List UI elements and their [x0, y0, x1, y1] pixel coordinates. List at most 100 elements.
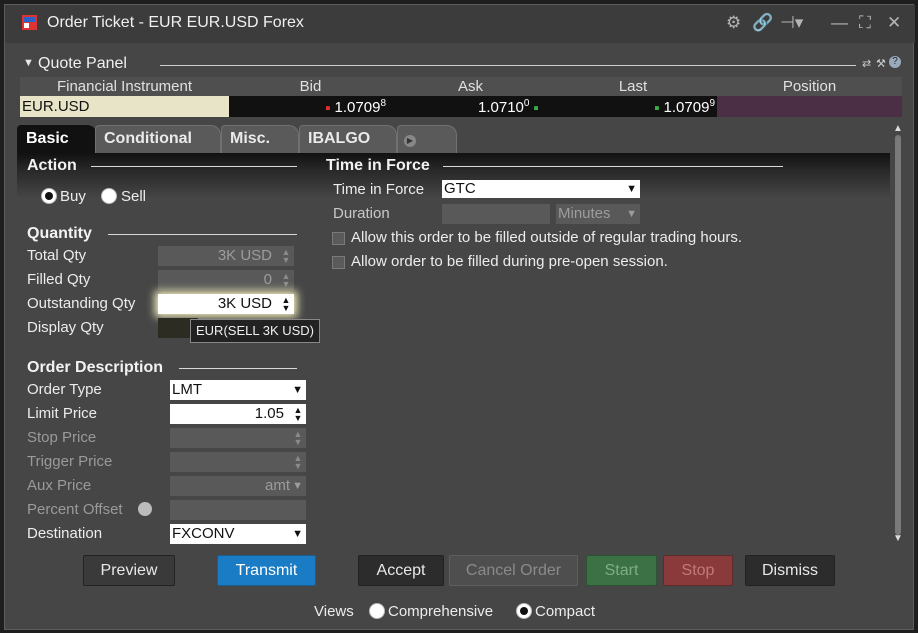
limit-price-value: 1.05 — [254, 405, 284, 422]
limit-price-input[interactable]: 1.05 ▲ ▼ — [170, 404, 306, 424]
buy-label[interactable]: Buy — [60, 188, 86, 205]
tab-misc[interactable]: Misc. — [221, 125, 299, 153]
pre-open-checkbox[interactable] — [332, 256, 345, 269]
outstanding-qty-value: 3K USD — [217, 295, 272, 312]
order-type-select[interactable]: LMT ▼ — [170, 380, 306, 400]
maximize-icon[interactable]: ⛶ — [859, 13, 871, 33]
scroll-down-icon[interactable]: ▼ — [892, 533, 904, 545]
accept-button[interactable]: Accept — [358, 555, 444, 586]
settings-icon[interactable]: ⚒ — [876, 57, 886, 70]
column-header[interactable]: Financial Instrument — [20, 77, 229, 96]
compact-radio[interactable] — [516, 603, 532, 619]
bid-cell[interactable]: ■ 1.07098 — [229, 96, 392, 117]
last-cell[interactable]: ■ 1.07099 — [549, 96, 717, 117]
column-header[interactable]: Position — [717, 77, 902, 96]
ask-value: 1.0710 — [478, 98, 524, 116]
action-section-title: Action — [27, 157, 77, 174]
order-type-label: Order Type — [27, 381, 102, 398]
compact-label[interactable]: Compact — [535, 603, 595, 620]
scroll-thumb[interactable] — [895, 135, 901, 535]
tif-section-title: Time in Force — [326, 157, 430, 174]
app-logo-icon — [22, 15, 37, 30]
filled-qty-value: 0 — [263, 271, 272, 288]
views-label: Views — [314, 603, 354, 620]
sell-radio[interactable] — [101, 188, 117, 204]
total-qty-value: 3K USD — [217, 247, 272, 264]
up-tick-icon: ■ — [654, 103, 660, 113]
instrument-cell[interactable]: EUR.USD — [20, 96, 229, 117]
total-qty-label: Total Qty — [27, 247, 87, 264]
trigger-price-field: ▲ ▼ — [170, 452, 306, 472]
preview-button[interactable]: Preview — [83, 555, 175, 586]
pin-icon[interactable]: ⊣▾ — [780, 13, 803, 33]
help-icon[interactable]: ? — [889, 56, 901, 68]
column-header[interactable]: Ask — [392, 77, 549, 96]
divider — [108, 234, 297, 235]
spinner-icon: ▲ ▼ — [281, 247, 291, 265]
position-cell[interactable] — [717, 96, 902, 117]
tif-select[interactable]: GTC ▼ — [442, 180, 640, 198]
comprehensive-label[interactable]: Comprehensive — [388, 603, 493, 620]
ask-pip: 0 — [523, 97, 530, 109]
up-tick-icon: ■ — [533, 103, 539, 113]
comprehensive-radio[interactable] — [369, 603, 385, 619]
minimize-icon[interactable]: — — [831, 13, 848, 33]
transmit-button[interactable]: Transmit — [217, 555, 316, 586]
aux-price-label: Aux Price — [27, 477, 92, 494]
scroll-up-icon[interactable]: ▲ — [892, 123, 904, 135]
duration-label: Duration — [333, 205, 390, 222]
gear-icon[interactable]: ⚙ — [726, 13, 741, 33]
title-bar[interactable]: Order Ticket - EUR EUR.USD Forex ⚙ 🔗 ⊣▾ … — [5, 5, 915, 43]
bid-pip: 8 — [380, 97, 386, 109]
limit-price-label: Limit Price — [27, 405, 98, 422]
percent-offset-field — [170, 500, 306, 520]
outside-rth-checkbox[interactable] — [332, 232, 345, 245]
quote-row[interactable]: EUR.USD ■ 1.07098 1.07100 ■ ■ 1.07099 — [20, 96, 902, 117]
outstanding-qty-label: Outstanding Qty — [27, 295, 136, 312]
last-value: 1.0709 — [663, 98, 710, 116]
quantity-section-title: Quantity — [27, 225, 92, 242]
quote-header-row: Financial Instrument Bid Ask Last Positi… — [20, 77, 902, 96]
window-title: Order Ticket - EUR EUR.USD Forex — [47, 14, 304, 31]
column-header[interactable]: Last — [549, 77, 717, 96]
order-type-value: LMT — [172, 381, 202, 398]
outstanding-qty-input[interactable]: 3K USD ▲ ▼ — [158, 294, 294, 314]
exchange-icon[interactable]: ⇄ — [862, 57, 871, 70]
order-ticket-window: Order Ticket - EUR EUR.USD Forex ⚙ 🔗 ⊣▾ … — [4, 4, 915, 630]
trigger-price-label: Trigger Price — [27, 453, 113, 470]
start-button[interactable]: Start — [586, 555, 657, 586]
tif-label: Time in Force — [333, 181, 425, 198]
destination-select[interactable]: FXCONV ▼ — [170, 524, 306, 544]
close-icon[interactable]: ✕ — [887, 13, 901, 33]
cancel-order-button[interactable]: Cancel Order — [449, 555, 578, 586]
aux-price-field: amt ▼ — [170, 476, 306, 496]
sell-label[interactable]: Sell — [121, 188, 146, 205]
spinner-icon[interactable]: ▲ ▼ — [292, 406, 304, 423]
bid-value: 1.0709 — [334, 98, 381, 116]
pre-open-label[interactable]: Allow order to be filled during pre-open… — [351, 253, 668, 270]
column-header[interactable]: Bid — [229, 77, 392, 96]
duration-unit-value: Minutes — [558, 205, 611, 222]
dismiss-button[interactable]: Dismiss — [745, 555, 835, 586]
collapse-triangle-icon[interactable]: ▼ — [23, 57, 34, 69]
link-icon[interactable]: 🔗 — [752, 13, 773, 33]
vertical-scrollbar[interactable]: ▲ ▼ — [892, 123, 904, 547]
divider — [443, 166, 783, 167]
down-tick-icon: ■ — [325, 103, 331, 113]
display-qty-label: Display Qty — [27, 319, 104, 336]
divider — [91, 166, 297, 167]
tab-conditional[interactable]: Conditional — [95, 125, 221, 153]
buy-radio[interactable] — [41, 188, 57, 204]
stop-button[interactable]: Stop — [663, 555, 733, 586]
aux-price-unit: amt — [264, 477, 290, 494]
filled-qty-label: Filled Qty — [27, 271, 91, 288]
quote-panel-header[interactable]: ▼ Quote Panel ⇄ ⚒ ? — [20, 55, 902, 75]
duration-input — [442, 204, 550, 224]
order-description-section-title: Order Description — [27, 359, 164, 376]
tab-basic[interactable]: Basic — [17, 125, 97, 153]
outside-rth-label[interactable]: Allow this order to be filled outside of… — [351, 229, 742, 246]
tab-ibalgo[interactable]: IBALGO — [299, 125, 397, 153]
tab-more[interactable]: ▶ — [397, 125, 457, 153]
ask-cell[interactable]: 1.07100 ■ — [392, 96, 549, 117]
spinner-icon[interactable]: ▲ ▼ — [280, 296, 292, 313]
